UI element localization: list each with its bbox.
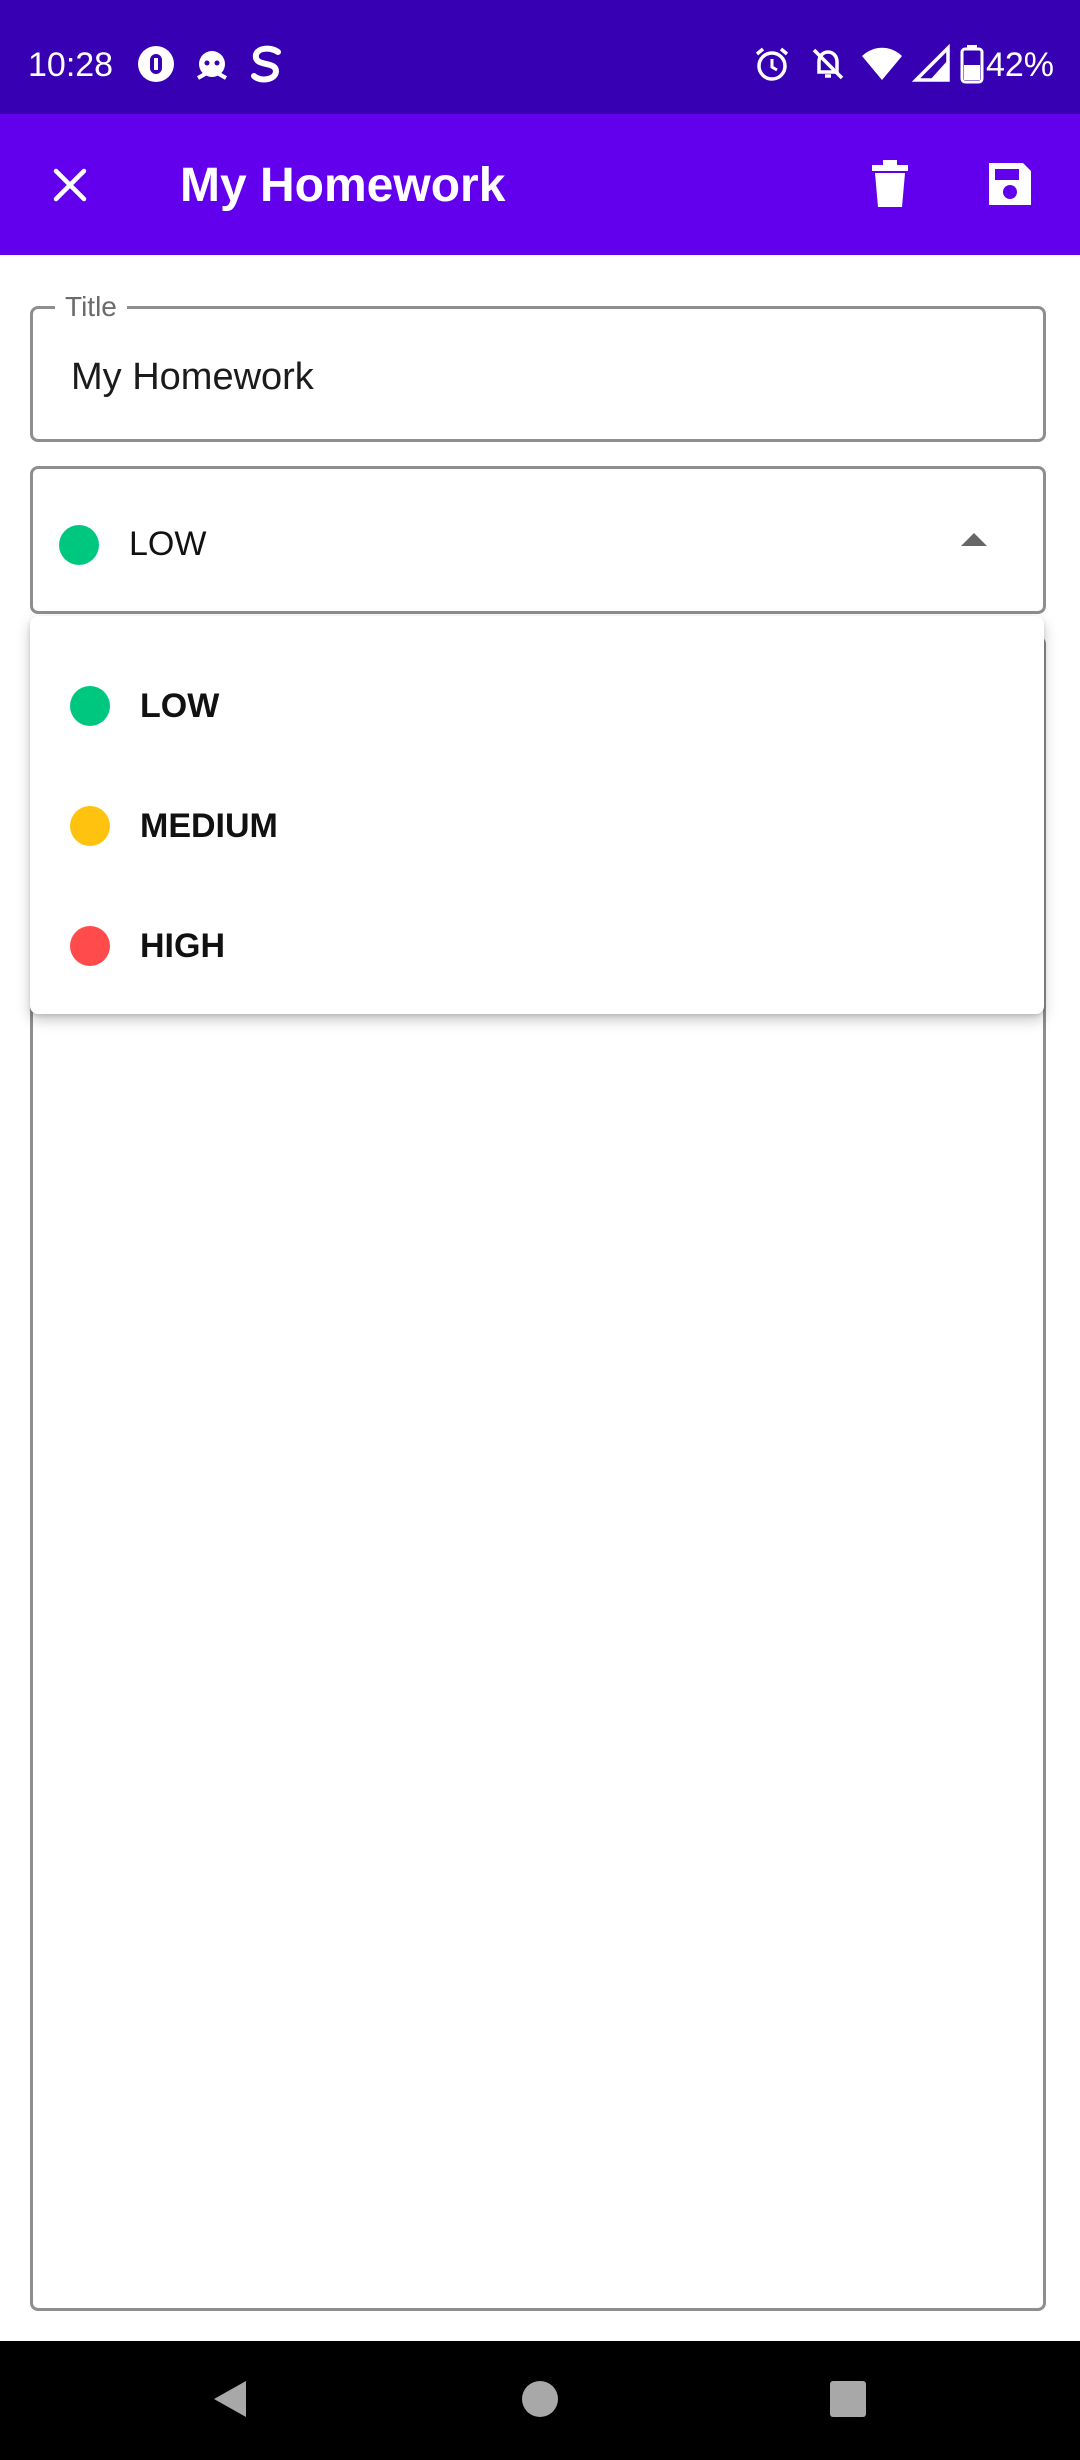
home-button[interactable] — [500, 2365, 580, 2437]
delete-button[interactable] — [850, 150, 930, 222]
battery-icon — [960, 44, 984, 84]
trash-icon — [870, 159, 910, 214]
back-button[interactable] — [190, 2365, 270, 2437]
back-icon — [208, 2377, 252, 2426]
priority-option-low[interactable]: LOW — [30, 646, 1044, 766]
title-field[interactable]: Title My Homework — [30, 291, 1046, 442]
title-input-value[interactable]: My Homework — [71, 355, 314, 399]
recents-button[interactable] — [808, 2365, 888, 2437]
close-icon — [50, 165, 90, 210]
caret-up-icon — [961, 533, 987, 546]
alarm-icon — [752, 44, 792, 84]
priority-option-dot — [70, 926, 110, 966]
priority-option-dot — [70, 806, 110, 846]
wifi-icon — [860, 44, 902, 84]
save-icon — [985, 159, 1035, 214]
title-field-label: Title — [55, 291, 127, 323]
recents-icon — [826, 2377, 870, 2426]
cat-notification-icon — [192, 44, 232, 84]
close-button[interactable] — [30, 152, 110, 222]
s-app-icon — [246, 44, 286, 84]
priority-option-label: HIGH — [140, 927, 225, 965]
home-icon — [518, 2377, 562, 2426]
priority-option-high[interactable]: HIGH — [30, 886, 1044, 1006]
battery-percentage: 42% — [985, 46, 1054, 84]
navigation-bar — [0, 2341, 1080, 2460]
app-notification-icon — [136, 44, 176, 84]
app-bar: My Homework — [0, 114, 1080, 255]
priority-select[interactable]: LOW — [30, 466, 1046, 614]
save-button[interactable] — [970, 150, 1050, 222]
priority-dropdown-menu: LOW MEDIUM HIGH — [30, 616, 1044, 1014]
signal-icon — [911, 43, 952, 84]
priority-color-dot — [59, 525, 99, 565]
notifications-off-icon — [808, 44, 848, 84]
status-time: 10:28 — [28, 46, 114, 84]
priority-option-label: LOW — [140, 687, 220, 725]
priority-selected-label: LOW — [129, 525, 207, 563]
priority-option-medium[interactable]: MEDIUM — [30, 766, 1044, 886]
priority-option-dot — [70, 686, 110, 726]
priority-option-label: MEDIUM — [140, 807, 278, 845]
status-bar: 10:28 42% — [0, 0, 1080, 114]
page-title: My Homework — [180, 159, 506, 212]
